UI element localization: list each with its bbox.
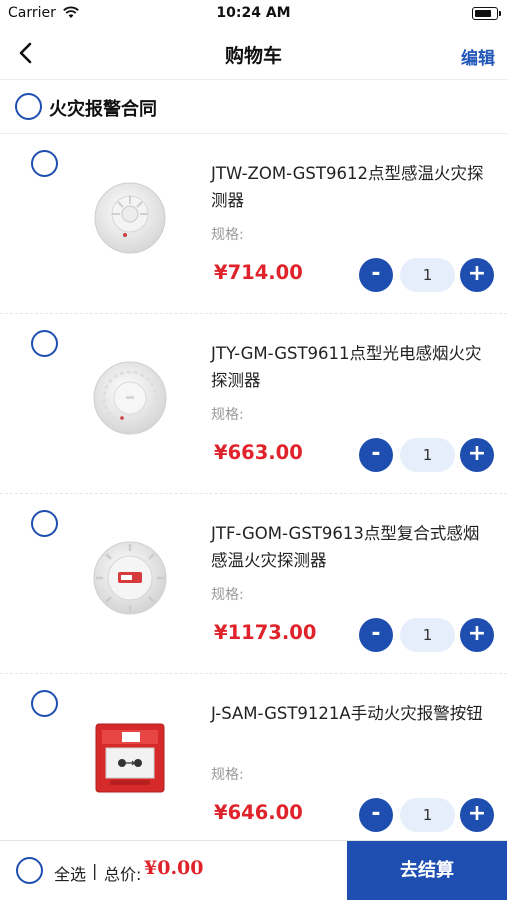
bottom-bar: 全选 | 总价: ¥0.00 去结算 <box>0 840 507 900</box>
status-time: 10:24 AM <box>216 5 291 21</box>
item-price: ¥1173.00 <box>214 621 317 644</box>
qty-minus-button[interactable]: - <box>359 438 393 472</box>
item-price: ¥663.00 <box>214 441 303 464</box>
item-select-radio[interactable] <box>31 330 58 357</box>
qty-value[interactable]: 1 <box>400 798 455 832</box>
qty-value[interactable]: 1 <box>400 618 455 652</box>
cart-item: JTW-ZOM-GST9612点型感温火灾探测器 规格: ¥714.00 - 1… <box>0 134 507 314</box>
item-name: JTW-ZOM-GST9612点型感温火灾探测器 <box>211 164 484 210</box>
manual-alarm-button-image <box>95 723 165 793</box>
smoke-detector-image <box>93 361 167 435</box>
qty-value[interactable]: 1 <box>400 438 455 472</box>
item-select-radio[interactable] <box>31 510 58 537</box>
item-price: ¥646.00 <box>214 801 303 824</box>
page-title: 购物车 <box>224 45 282 67</box>
total-separator: | <box>92 861 98 880</box>
cart-item-list: JTW-ZOM-GST9612点型感温火灾探测器 规格: ¥714.00 - 1… <box>0 134 507 854</box>
item-spec: 规格: <box>211 227 244 243</box>
combo-detector-image <box>93 541 167 615</box>
total-label: 总价: <box>104 865 142 884</box>
item-name: J-SAM-GST9121A手动火灾报警按钮 <box>211 704 483 723</box>
qty-plus-button[interactable]: + <box>460 618 494 652</box>
cart-item: J-SAM-GST9121A手动火灾报警按钮 规格: ¥646.00 - 1 + <box>0 674 507 854</box>
heat-detector-image <box>94 182 166 254</box>
item-spec: 规格: <box>211 767 244 783</box>
qty-minus-button[interactable]: - <box>359 258 393 292</box>
select-all-label[interactable]: 全选 <box>54 861 86 885</box>
group-header: 火灾报警合同 <box>0 80 507 134</box>
qty-minus-button[interactable]: - <box>359 618 393 652</box>
status-bar: Carrier 10:24 AM <box>0 0 507 28</box>
cart-item: JTY-GM-GST9611点型光电感烟火灾探测器 规格: ¥663.00 - … <box>0 314 507 494</box>
total-value: ¥0.00 <box>144 857 204 879</box>
group-select-radio[interactable] <box>15 93 42 120</box>
edit-button[interactable]: 编辑 <box>461 44 495 69</box>
qty-value[interactable]: 1 <box>400 258 455 292</box>
checkout-button[interactable]: 去结算 <box>347 841 507 900</box>
battery-icon <box>472 7 501 20</box>
item-price: ¥714.00 <box>214 261 303 284</box>
item-name: JTF-GOM-GST9613点型复合式感烟感温火灾探测器 <box>211 524 480 570</box>
select-all-radio[interactable] <box>16 857 43 884</box>
item-select-radio[interactable] <box>31 690 58 717</box>
item-select-radio[interactable] <box>31 150 58 177</box>
group-title: 火灾报警合同 <box>49 99 157 120</box>
qty-minus-button[interactable]: - <box>359 798 393 832</box>
item-spec: 规格: <box>211 587 244 603</box>
cart-item: JTF-GOM-GST9613点型复合式感烟感温火灾探测器 规格: ¥1173.… <box>0 494 507 674</box>
qty-plus-button[interactable]: + <box>460 258 494 292</box>
item-name: JTY-GM-GST9611点型光电感烟火灾探测器 <box>211 344 482 390</box>
qty-plus-button[interactable]: + <box>460 798 494 832</box>
item-spec: 规格: <box>211 407 244 423</box>
nav-bar: 购物车 编辑 <box>0 28 507 80</box>
qty-plus-button[interactable]: + <box>460 438 494 472</box>
